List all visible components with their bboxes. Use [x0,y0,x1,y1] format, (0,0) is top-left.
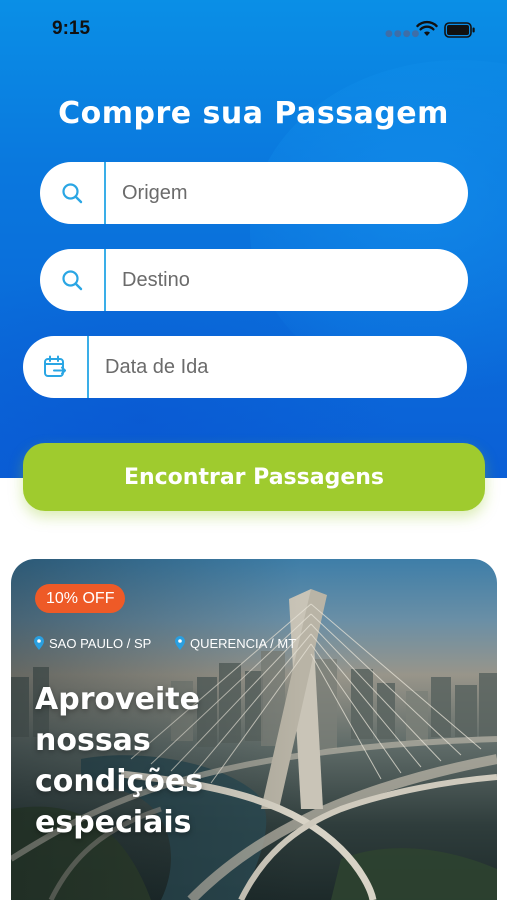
promo-headline-line: Aproveite [35,682,200,717]
promo-origin: SAO PAULO / SP [33,636,151,651]
destination-search-cell [40,249,106,311]
date-icon-cell [23,336,89,398]
battery-icon [444,22,476,42]
promo-headline-line: nossas [35,723,151,758]
promo-destination-label: QUERENCIA / MT [190,636,297,651]
status-time: 9:15 [52,18,91,39]
destination-field[interactable]: Destino [40,249,468,311]
departure-date-field[interactable]: Data de Ida [23,336,467,398]
promo-headline: Aproveite nossas condições especiais [35,679,275,843]
discount-badge: 10% OFF [35,584,126,613]
origin-placeholder: Origem [122,181,188,204]
location-pin-icon [34,636,44,650]
promo-card[interactable]: 10% OFF SAO PAULO / SP QUERENCIA / MT Ap… [11,559,497,900]
departure-date-placeholder: Data de Ida [105,355,209,378]
search-icon [62,270,83,291]
calendar-icon [44,355,66,377]
page-title: Compre sua Passagem [58,96,449,131]
promo-destination: QUERENCIA / MT [174,636,296,651]
hero-header [0,0,507,478]
promo-headline-line: condições [35,764,204,799]
origin-field[interactable]: Origem [40,162,468,224]
find-tickets-button[interactable]: Encontrar Passagens [23,443,485,511]
promo-origin-label: SAO PAULO / SP [49,636,152,651]
status-bar: 9:15 ●●●● [0,0,507,60]
wifi-icon [416,20,438,42]
origin-search-cell [40,162,106,224]
search-icon [62,183,83,204]
promo-headline-line: especiais [35,805,192,840]
location-pin-icon [175,636,185,650]
destination-placeholder: Destino [122,268,190,291]
